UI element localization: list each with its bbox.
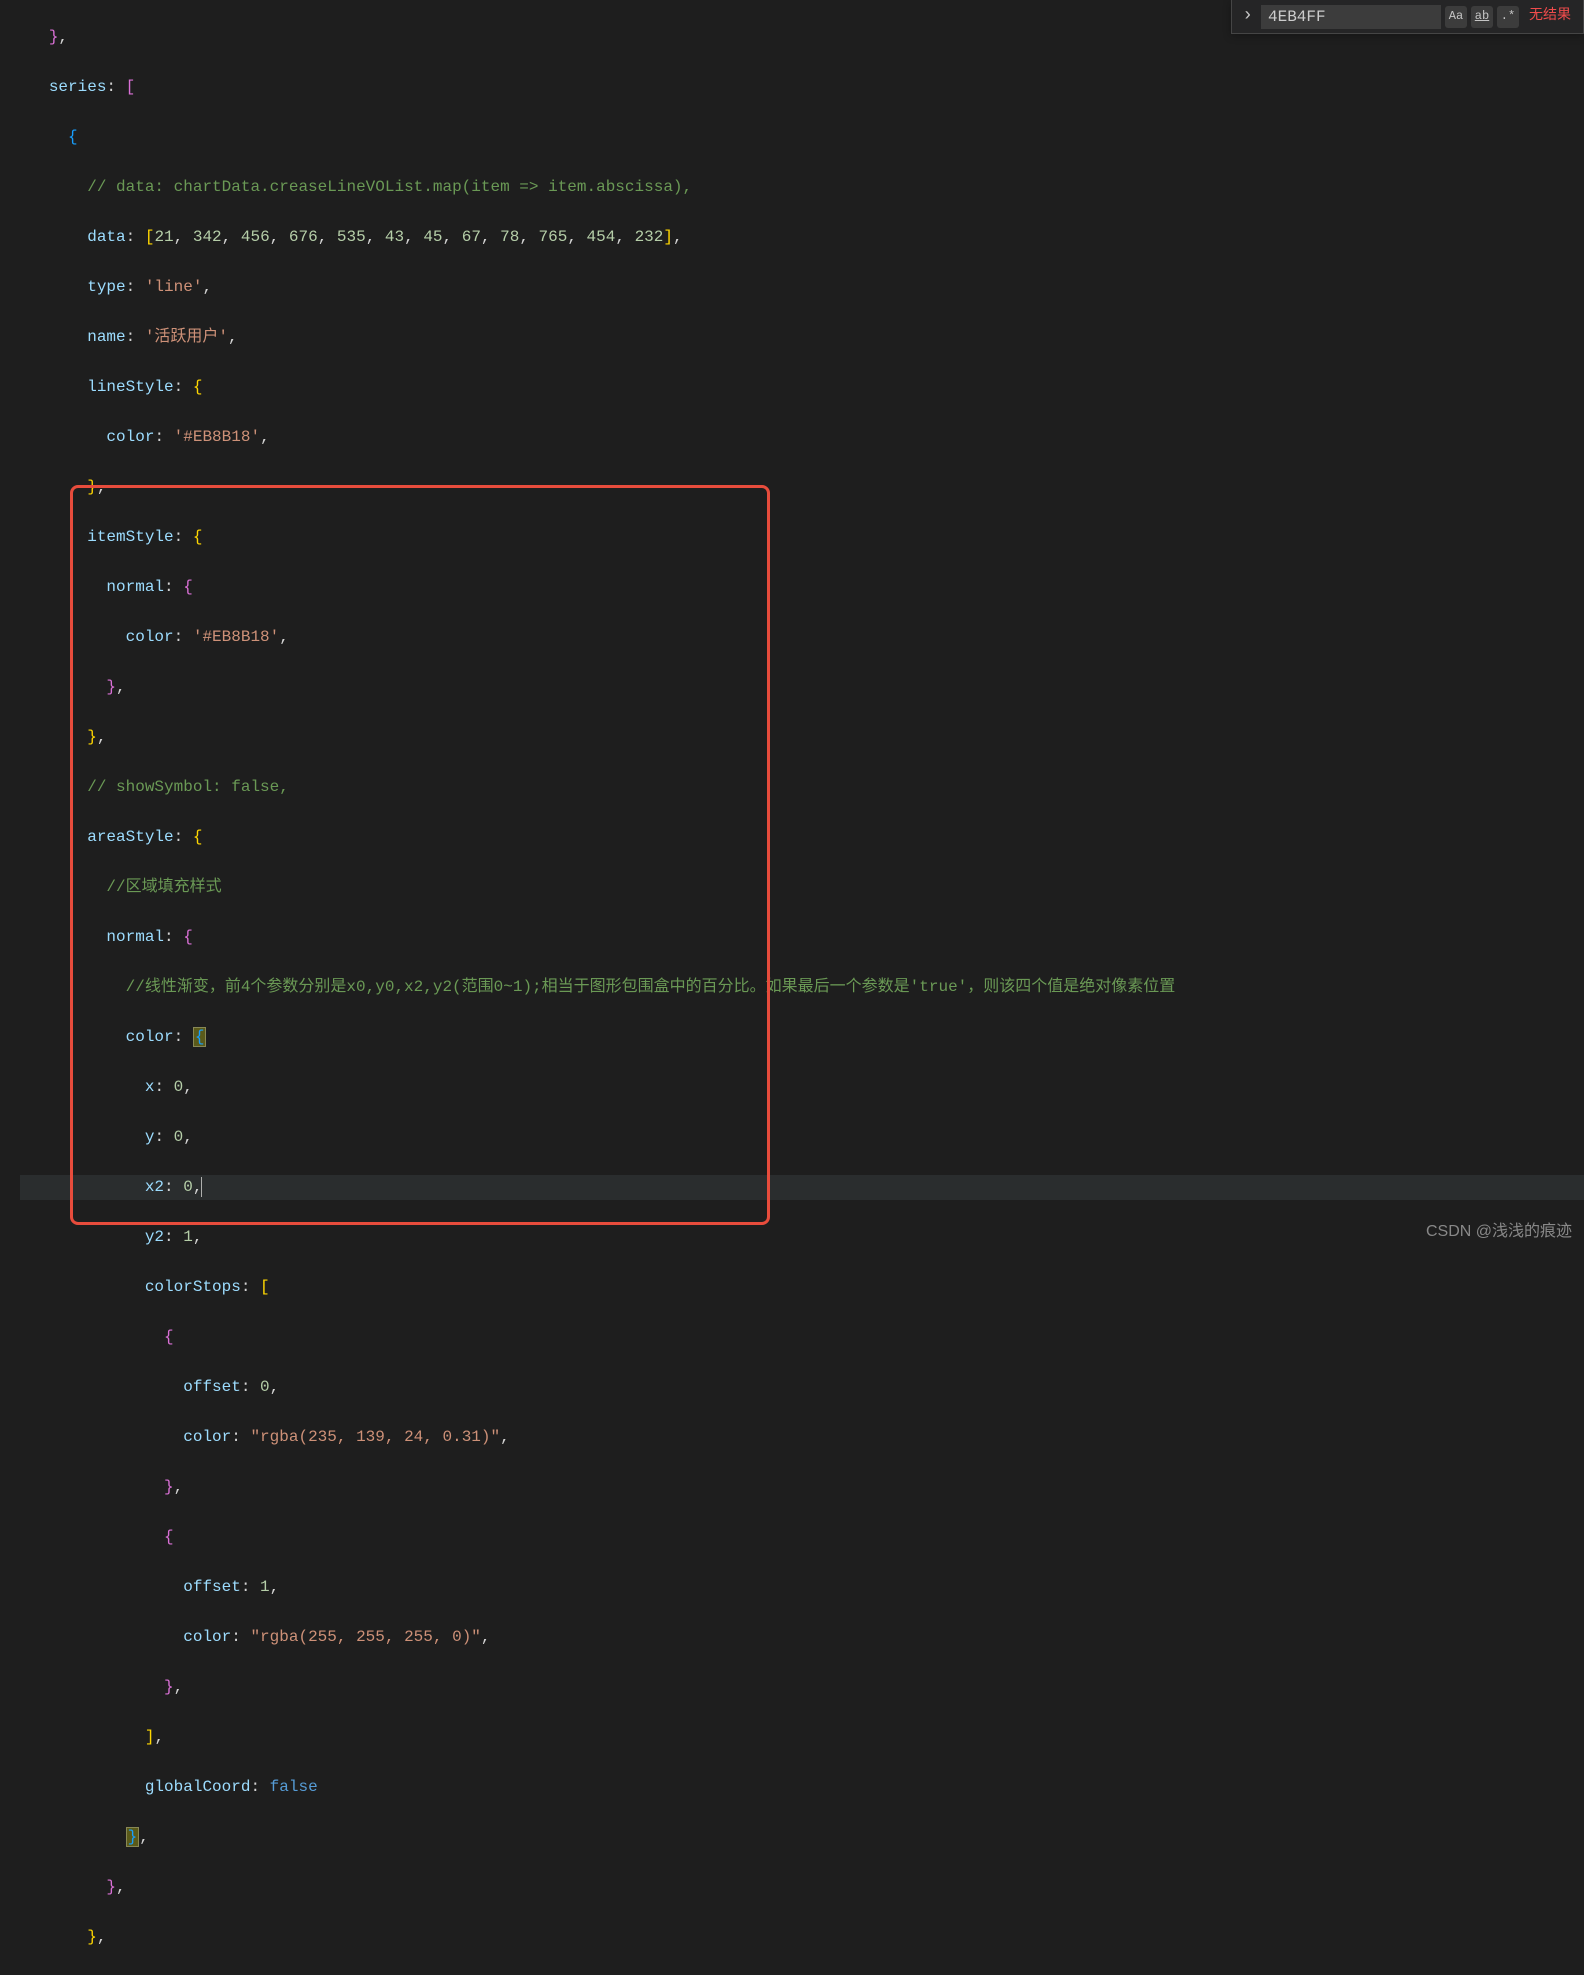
search-regex-option[interactable]: .* [1497, 6, 1519, 28]
code-line: itemStyle: { [20, 525, 1584, 550]
code-editor[interactable]: }, series: [ { // data: chartData.crease… [0, 0, 1584, 1975]
search-input[interactable] [1261, 5, 1441, 29]
watermark: CSDN @浅浅的痕迹 [1426, 1219, 1572, 1244]
search-expand-icon[interactable]: › [1238, 4, 1257, 29]
code-line: series: [ [20, 75, 1584, 100]
search-case-option[interactable]: Aa [1445, 6, 1467, 28]
search-widget[interactable]: › Aa ab .* 无结果 [1231, 0, 1584, 34]
code-line: offset: 1, [20, 1575, 1584, 1600]
code-line: }, [20, 475, 1584, 500]
code-line: globalCoord: false [20, 1775, 1584, 1800]
code-line-current: x2: 0, [20, 1175, 1584, 1200]
code-line: type: 'line', [20, 275, 1584, 300]
code-line: color: "rgba(235, 139, 24, 0.31)", [20, 1425, 1584, 1450]
code-line: color: "rgba(255, 255, 255, 0)", [20, 1625, 1584, 1650]
code-line: color: { [20, 1025, 1584, 1050]
code-line: name: '活跃用户', [20, 325, 1584, 350]
code-line: data: [21, 342, 456, 676, 535, 43, 45, 6… [20, 225, 1584, 250]
code-line: x: 0, [20, 1075, 1584, 1100]
code-line: { [20, 1325, 1584, 1350]
code-line: colorStops: [ [20, 1275, 1584, 1300]
code-line: //线性渐变，前4个参数分别是x0,y0,x2,y2(范围0~1);相当于图形包… [20, 975, 1584, 1000]
code-line: areaStyle: { [20, 825, 1584, 850]
code-line: lineStyle: { [20, 375, 1584, 400]
code-line: y: 0, [20, 1125, 1584, 1150]
code-line: }, [20, 1925, 1584, 1950]
code-line: normal: { [20, 575, 1584, 600]
code-line: }, [20, 1475, 1584, 1500]
code-line: ], [20, 1725, 1584, 1750]
code-line: }, [20, 725, 1584, 750]
code-line: y2: 1, [20, 1225, 1584, 1250]
code-line: color: '#EB8B18', [20, 425, 1584, 450]
text-cursor [201, 1177, 202, 1197]
code-line: normal: { [20, 925, 1584, 950]
code-line: // data: chartData.creaseLineVOList.map(… [20, 175, 1584, 200]
code-line: offset: 0, [20, 1375, 1584, 1400]
code-line: }, [20, 1875, 1584, 1900]
code-line: // showSymbol: false, [20, 775, 1584, 800]
code-line: }, [20, 1675, 1584, 1700]
code-line: //区域填充样式 [20, 875, 1584, 900]
search-result-count: 无结果 [1523, 4, 1577, 29]
search-word-option[interactable]: ab [1471, 6, 1493, 28]
code-line: }, [20, 1825, 1584, 1850]
code-line: }, [20, 675, 1584, 700]
code-line: color: '#EB8B18', [20, 625, 1584, 650]
code-line: { [20, 125, 1584, 150]
code-line: { [20, 1525, 1584, 1550]
